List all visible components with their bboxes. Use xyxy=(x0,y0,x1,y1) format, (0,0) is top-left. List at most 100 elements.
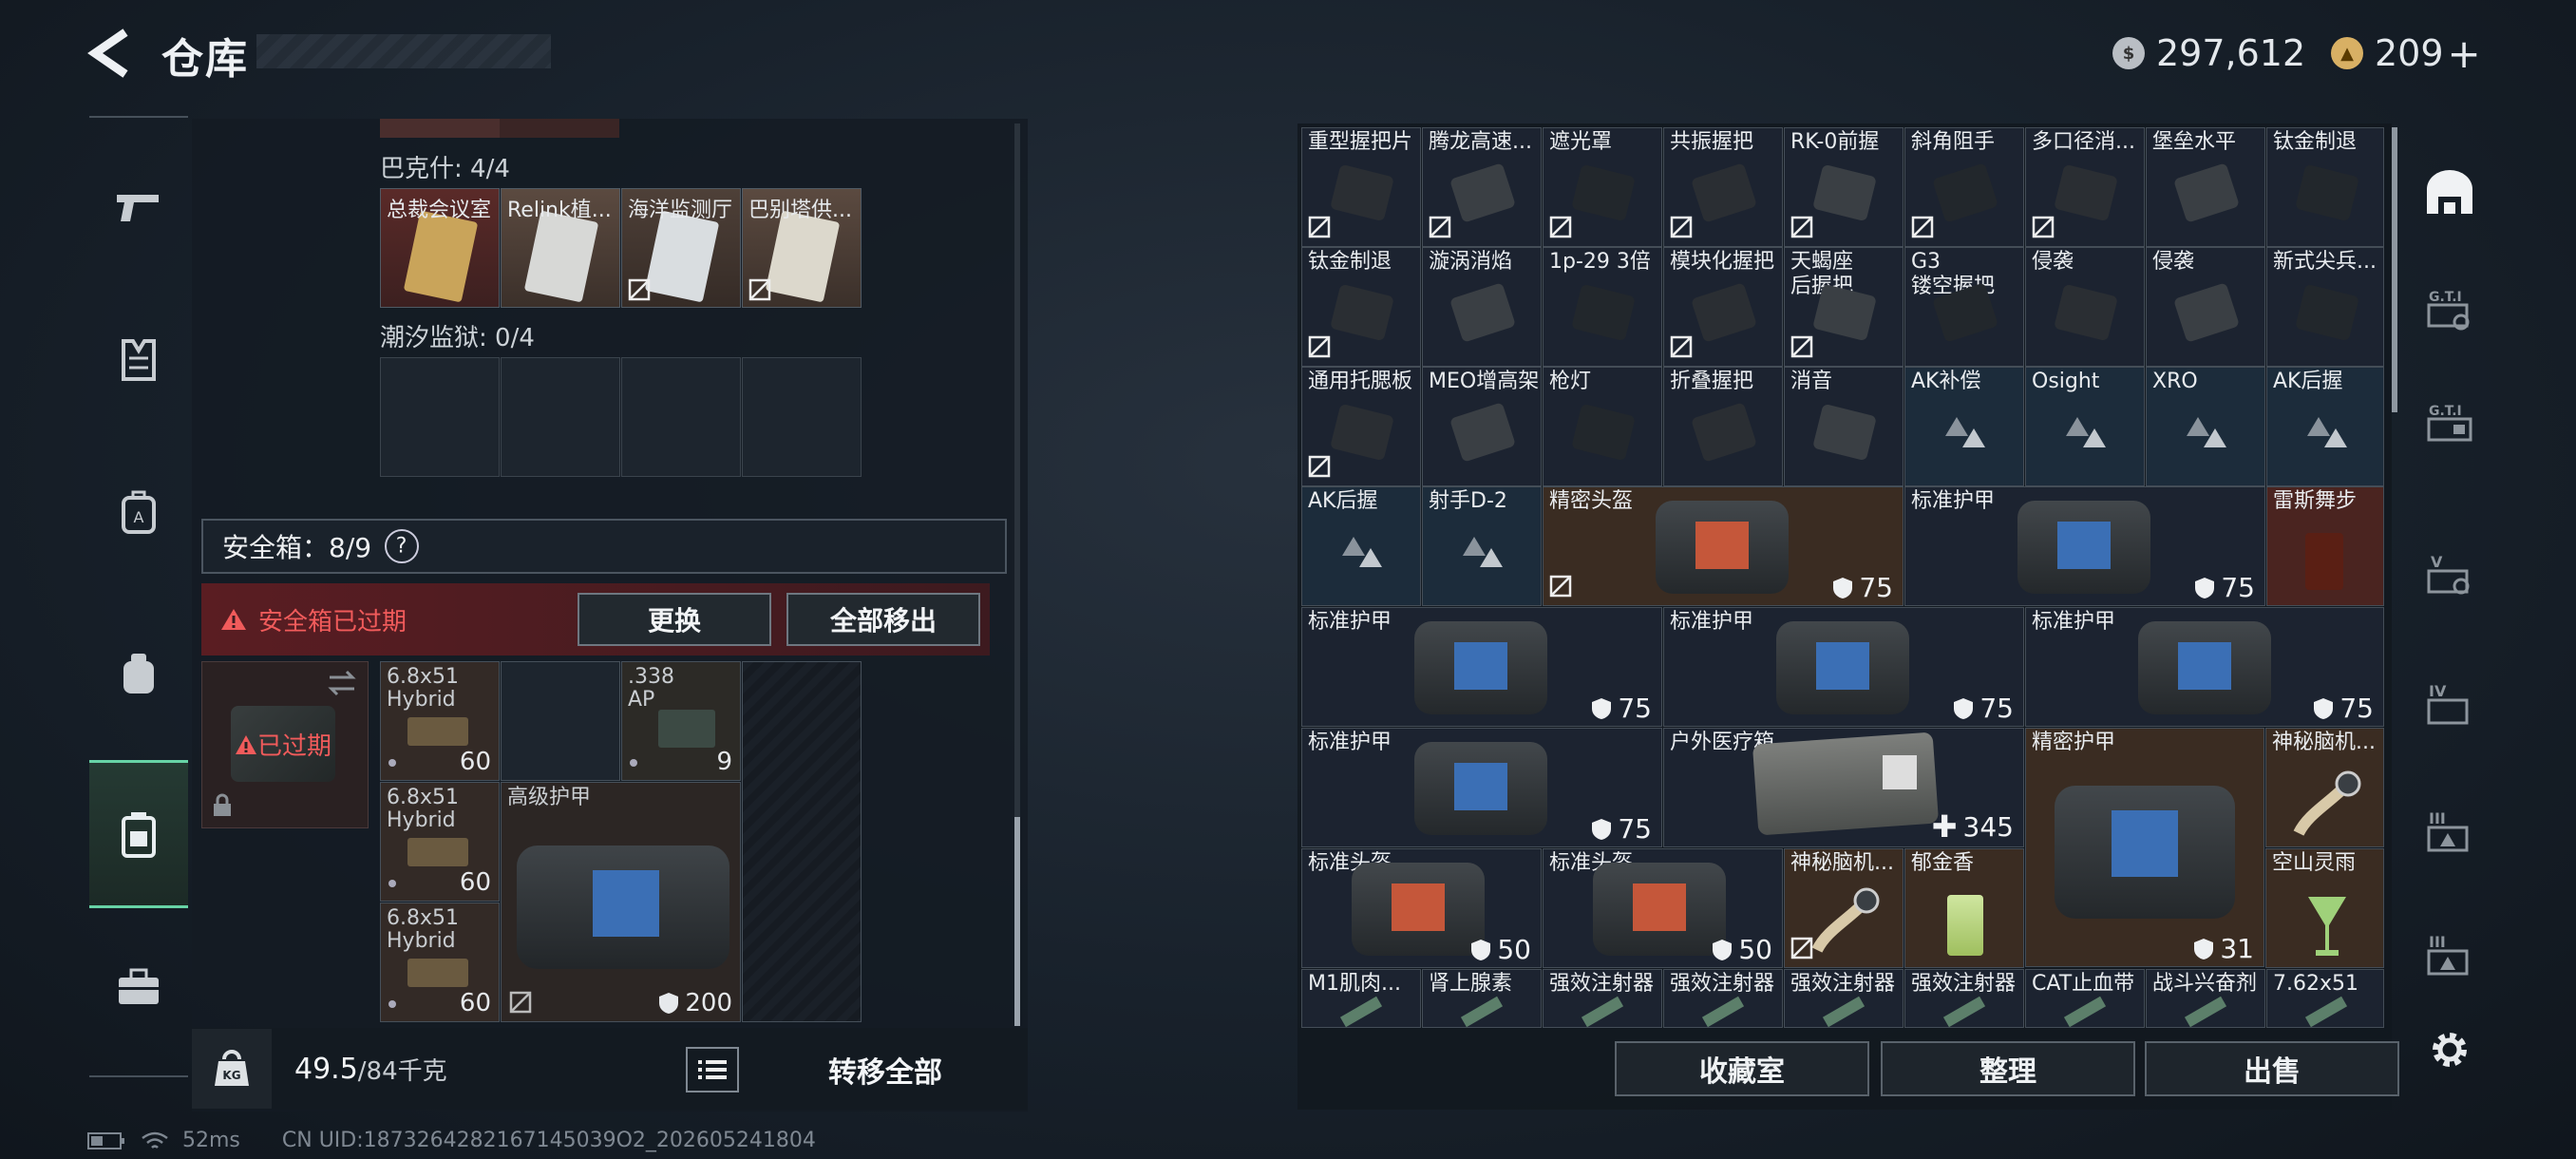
stash-item[interactable]: 侵袭 xyxy=(2146,247,2265,367)
keycard[interactable]: 巴别塔供... xyxy=(742,188,862,308)
stash-item[interactable]: 1p-29 3倍 xyxy=(1543,247,1662,367)
stash-item[interactable]: G3 镂空握把 xyxy=(1904,247,2024,367)
stash-item[interactable]: 钛金制退 xyxy=(1301,247,1421,367)
sell-button[interactable]: 出售 xyxy=(2145,1041,2399,1096)
stash-item[interactable]: 标准护甲 75 xyxy=(2025,607,2384,727)
empty-slot[interactable] xyxy=(621,357,741,477)
stash-item[interactable]: 标准头盔 50 xyxy=(1543,848,1783,968)
stash-item[interactable]: 漩涡消焰 xyxy=(1422,247,1542,367)
stash-item[interactable]: 强效注射器 xyxy=(1663,969,1783,1028)
stash-item[interactable]: CAT止血带 xyxy=(2025,969,2145,1028)
stash-item[interactable]: 战斗兴奋剂 xyxy=(2146,969,2265,1028)
empty-slot[interactable] xyxy=(742,357,862,477)
stash-item[interactable]: 强效注射器 xyxy=(1543,969,1662,1028)
empty-slot[interactable] xyxy=(380,357,500,477)
stash-item[interactable]: 折叠握把 xyxy=(1663,367,1783,486)
stash-item[interactable]: RK-0前握 xyxy=(1784,127,1904,247)
stash-item[interactable]: 标准护甲 75 xyxy=(1663,607,2024,727)
stash-item[interactable]: 标准护甲 75 xyxy=(1301,728,1662,847)
stash-item[interactable]: 枪灯 xyxy=(1543,367,1662,486)
tab-gti-2[interactable]: G.T.I xyxy=(2407,370,2492,475)
nav-safe-box[interactable] xyxy=(89,760,188,908)
tab-v[interactable]: V xyxy=(2407,522,2492,627)
collection-button[interactable]: 收藏室 xyxy=(1615,1041,1869,1096)
stash-item[interactable]: 精密头盔 75 xyxy=(1543,486,1904,606)
empty-slot[interactable] xyxy=(501,357,620,477)
nav-helmet-pack[interactable] xyxy=(89,621,188,726)
stash-item[interactable]: 遮光罩 xyxy=(1543,127,1662,247)
currency-premium[interactable]: ▲ 209 + xyxy=(2331,27,2481,80)
keycard[interactable]: 总裁会议室 xyxy=(380,188,500,308)
arrange-button[interactable]: 整理 xyxy=(1881,1041,2135,1096)
stash-item[interactable]: AK后握 xyxy=(1301,486,1421,606)
stash-item[interactable]: 堡垒水平 xyxy=(2146,127,2265,247)
settings-button[interactable] xyxy=(2407,998,2492,1102)
back-arrow-icon[interactable] xyxy=(87,27,135,80)
keycard[interactable]: Relink植... xyxy=(501,188,620,308)
empty-slot[interactable] xyxy=(501,661,620,781)
tab-iv[interactable]: IV xyxy=(2407,652,2492,756)
nav-backpack[interactable]: A xyxy=(89,460,188,564)
no-insurance-icon xyxy=(1549,216,1572,238)
stash-item[interactable]: 7.62x51 xyxy=(2266,969,2384,1028)
tab-gti-1[interactable]: G.T.I xyxy=(2407,256,2492,361)
stash-item[interactable]: 空山灵雨 xyxy=(2265,848,2384,968)
replace-button[interactable]: 更换 xyxy=(578,593,771,646)
stash-item[interactable]: 消音 xyxy=(1784,367,1904,486)
stash-item[interactable]: 肾上腺素 xyxy=(1422,969,1542,1028)
stash-item[interactable]: 神秘脑机... xyxy=(1784,848,1904,968)
left-scrollbar-thumb[interactable] xyxy=(1014,817,1020,1026)
stash-scrollbar[interactable] xyxy=(2392,127,2397,412)
stash-item[interactable]: Osight xyxy=(2025,367,2145,486)
stash-item[interactable]: 标准护甲 75 xyxy=(1904,486,2265,606)
no-insurance-icon xyxy=(1790,937,1813,960)
stash-item[interactable]: 郁金香 xyxy=(1904,848,2024,968)
stash-item[interactable]: 天蝎座 后握把 xyxy=(1784,247,1904,367)
stash-item[interactable]: 雷斯舞步 xyxy=(2266,486,2384,606)
add-currency-icon[interactable]: + xyxy=(2448,30,2481,77)
stash-item[interactable]: 共振握把 xyxy=(1663,127,1783,247)
stash-item[interactable]: 重型握把片 xyxy=(1301,127,1421,247)
stash-item[interactable]: 射手D-2 xyxy=(1422,486,1542,606)
stash-item[interactable]: 户外医疗箱 ✚ 345 xyxy=(1663,728,2024,847)
stash-item[interactable]: 精密护甲 31 xyxy=(2025,728,2264,967)
help-icon[interactable]: ? xyxy=(377,522,426,571)
tab-stash[interactable] xyxy=(2407,141,2492,245)
stash-item[interactable]: 神秘脑机... xyxy=(2265,728,2384,847)
ammo-slot[interactable]: 6.8x51 Hybrid 60 xyxy=(380,661,500,781)
syringe-icon xyxy=(1581,996,1624,1027)
stash-item[interactable]: 模块化握把 xyxy=(1663,247,1783,367)
nav-weapons[interactable] xyxy=(89,156,188,260)
remove-all-button[interactable]: 全部移出 xyxy=(786,593,980,646)
swap-icon[interactable] xyxy=(326,670,358,696)
tab-iii-1[interactable]: III xyxy=(2407,779,2492,884)
stash-item[interactable]: 侵袭 xyxy=(2025,247,2145,367)
nav-vest[interactable] xyxy=(89,308,188,412)
stash-item[interactable]: 新式尖兵... xyxy=(2266,247,2384,367)
keycard[interactable]: 海洋监测厅 xyxy=(621,188,741,308)
stash-item[interactable]: AK后握 xyxy=(2266,367,2384,486)
stash-item[interactable]: 强效注射器 xyxy=(1904,969,2024,1028)
stash-item[interactable]: 标准护甲 75 xyxy=(1301,607,1662,727)
safe-box-item[interactable]: 已过期 xyxy=(201,661,369,828)
transfer-all-button[interactable]: 转移全部 xyxy=(762,1045,1009,1094)
stash-item[interactable]: 通用托腮板 xyxy=(1301,367,1421,486)
stash-item[interactable]: XRO xyxy=(2146,367,2265,486)
stash-item[interactable]: 腾龙高速... xyxy=(1422,127,1542,247)
stash-item[interactable]: MEO增高架 xyxy=(1422,367,1542,486)
stash-item[interactable]: AK补偿 xyxy=(1904,367,2024,486)
stash-item[interactable]: 多口径消... xyxy=(2025,127,2145,247)
tab-iii-2[interactable]: III xyxy=(2407,902,2492,1007)
empty-slot[interactable] xyxy=(742,661,862,1022)
ammo-slot[interactable]: 6.8x51 Hybrid 60 xyxy=(380,902,500,1022)
armor-slot[interactable]: 高级护甲 200 xyxy=(501,782,741,1022)
ammo-slot[interactable]: 6.8x51 Hybrid 60 xyxy=(380,782,500,902)
list-button[interactable] xyxy=(686,1047,739,1092)
stash-item[interactable]: 强效注射器 xyxy=(1784,969,1904,1028)
stash-item[interactable]: 标准头盔 50 xyxy=(1301,848,1542,968)
stash-item[interactable]: 斜角阻手 xyxy=(1904,127,2024,247)
ammo-slot[interactable]: .338 AP 9 xyxy=(621,661,741,781)
stash-item[interactable]: M1肌肉... xyxy=(1301,969,1421,1028)
stash-item[interactable]: 钛金制退 xyxy=(2266,127,2384,247)
nav-toolbox[interactable] xyxy=(89,935,188,1039)
